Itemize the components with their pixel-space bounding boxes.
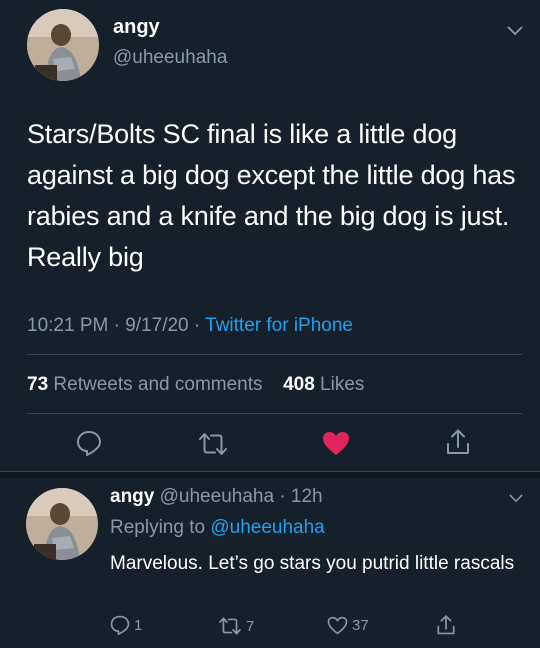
reply-action[interactable]: 1	[110, 615, 142, 635]
retweet-count: 7	[246, 617, 255, 635]
tweet-meta: 10:21 PM · 9/17/20 · Twitter for iPhone	[27, 315, 353, 337]
reply-handle-time[interactable]: @uheeuhaha · 12h	[154, 486, 323, 507]
like-count: 37	[352, 617, 369, 634]
avatar-photo	[27, 9, 99, 81]
author-handle[interactable]: @uheeuhaha	[113, 47, 227, 69]
heart-icon[interactable]	[322, 431, 350, 456]
chevron-down-icon[interactable]	[507, 26, 523, 36]
heart-icon	[327, 616, 348, 635]
like-action[interactable]: 37	[327, 616, 369, 635]
reply-icon[interactable]	[76, 430, 102, 456]
retweets-label: Retweets and comments	[48, 374, 263, 395]
reply-author-name[interactable]: angy	[110, 486, 154, 507]
reply-icon	[110, 615, 130, 635]
retweet-icon	[218, 616, 242, 636]
section-divider	[0, 471, 540, 478]
likes-label: Likes	[314, 374, 365, 395]
share-icon[interactable]	[436, 614, 456, 636]
chevron-down-icon[interactable]	[509, 494, 523, 503]
author-name[interactable]: angy	[113, 16, 160, 39]
likes-count: 408	[283, 374, 315, 395]
likes-stat[interactable]: 408 Likes	[283, 374, 364, 395]
retweets-count: 73	[27, 374, 49, 395]
avatar-photo	[26, 488, 98, 560]
replying-to: Replying to @uheeuhaha	[110, 517, 325, 539]
tweet-text: Stars/Bolts SC final is like a little do…	[27, 119, 516, 272]
reply-header: angy @uheeuhaha · 12h	[110, 486, 323, 508]
heart-fill	[323, 432, 349, 455]
share-icon[interactable]	[445, 428, 471, 456]
retweet-action[interactable]: 7	[218, 616, 254, 636]
divider	[27, 354, 522, 355]
tweet-timestamp: 10:21 PM · 9/17/20 ·	[27, 315, 206, 336]
replying-to-handle[interactable]: @uheeuhaha	[210, 517, 324, 538]
reply-avatar[interactable]	[26, 488, 98, 560]
retweet-icon[interactable]	[198, 431, 228, 457]
tweet-source-link[interactable]: Twitter for iPhone	[205, 315, 353, 336]
retweets-stat[interactable]: 73 Retweets and comments	[27, 374, 263, 395]
reply-count: 1	[134, 616, 143, 634]
replying-to-prefix: Replying to	[110, 517, 211, 538]
reply-text: Marvelous. Let’s go stars you putrid lit…	[110, 553, 515, 574]
tweet-stats: 73 Retweets and comments 408 Likes	[27, 374, 364, 396]
divider	[27, 413, 522, 414]
avatar[interactable]	[27, 9, 99, 81]
